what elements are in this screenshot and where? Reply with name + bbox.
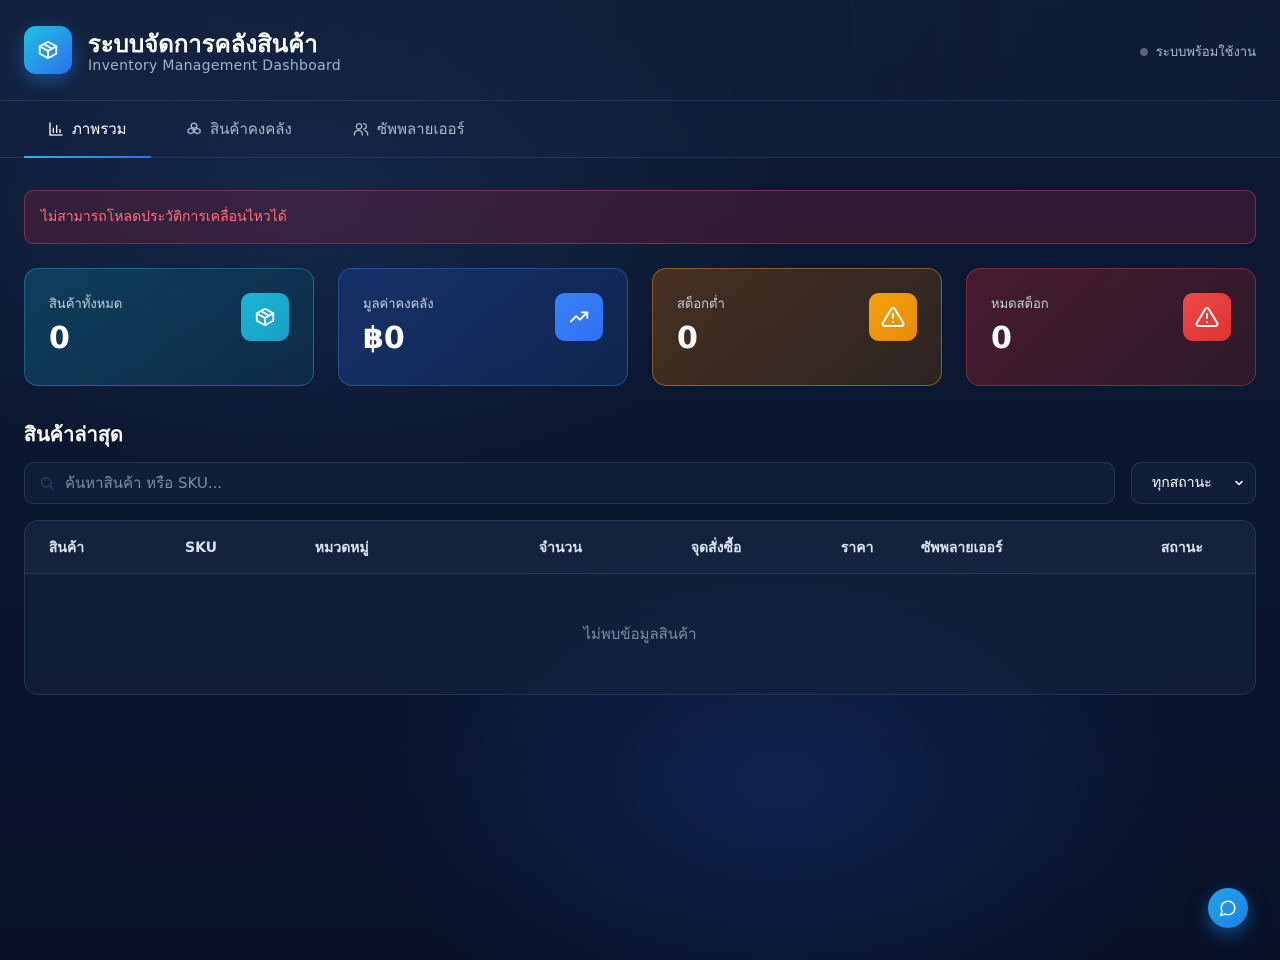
stat-card-total-products: สินค้าทั้งหมด 0 [24, 268, 314, 386]
stat-value: 0 [991, 321, 1012, 356]
products-table: สินค้า SKU หมวดหมู่ จำนวน จุดสั่งซื้อ รา… [24, 520, 1256, 695]
alert-message: ไม่สามารถโหลดประวัติการเคลื่อนไหวได้ [41, 209, 287, 225]
chevron-down-icon [1235, 480, 1243, 486]
tab-inventory[interactable]: สินค้าคงคลัง [162, 101, 316, 157]
column-header-product[interactable]: สินค้า [49, 521, 84, 574]
stat-card-inventory-value: มูลค่าคงคลัง ฿0 [338, 268, 628, 386]
column-header-quantity[interactable]: จำนวน [539, 521, 582, 574]
package-icon [38, 40, 58, 60]
tab-label: ภาพรวม [72, 120, 127, 138]
section-title: สินค้าล่าสุด [24, 422, 124, 446]
status-filter-value: ทุกสถานะ [1152, 475, 1212, 491]
error-alert: ไม่สามารถโหลดประวัติการเคลื่อนไหวได้ [24, 190, 1256, 244]
status-text: ระบบพร้อมใช้งาน [1155, 45, 1256, 60]
boxes-icon [187, 122, 201, 135]
stat-icon-box [241, 293, 289, 341]
app-header: ระบบจัดการคลังสินค้า Inventory Managemen… [0, 0, 1280, 101]
status-filter-select[interactable]: ทุกสถานะ [1131, 462, 1256, 504]
column-header-price[interactable]: ราคา [841, 521, 874, 574]
trending-up-icon [569, 311, 589, 323]
stat-value: 0 [49, 321, 70, 356]
column-header-reorder-point[interactable]: จุดสั่งซื้อ [691, 521, 742, 574]
system-status: ระบบพร้อมใช้งาน [1139, 41, 1256, 62]
users-icon [353, 123, 369, 136]
stat-card-out-of-stock: หมดสต็อก 0 [966, 268, 1256, 386]
search-input[interactable] [65, 474, 1095, 492]
column-header-supplier[interactable]: ซัพพลายเออร์ [921, 521, 1003, 574]
stat-icon-box [869, 293, 917, 341]
stat-icon-box [1183, 293, 1231, 341]
column-header-sku[interactable]: SKU [185, 521, 217, 574]
tab-label: สินค้าคงคลัง [210, 120, 292, 138]
warning-icon [881, 306, 905, 327]
tab-label: ซัพพลายเออร์ [377, 120, 465, 138]
bar-chart-icon [49, 122, 63, 136]
table-header: สินค้า SKU หมวดหมู่ จำนวน จุดสั่งซื้อ รา… [25, 521, 1255, 574]
empty-state-text: ไม่พบข้อมูลสินค้า [583, 625, 697, 643]
search-box[interactable] [24, 462, 1115, 504]
status-dot [1139, 47, 1148, 56]
stat-icon-box [555, 293, 603, 341]
column-header-category[interactable]: หมวดหมู่ [315, 521, 369, 574]
stat-card-low-stock: สต็อกต่ำ 0 [652, 268, 942, 386]
tab-suppliers[interactable]: ซัพพลายเออร์ [329, 101, 489, 157]
chat-icon [1219, 900, 1236, 917]
stat-value: ฿0 [363, 321, 405, 356]
tab-bar: ภาพรวม สินค้าคงคลัง ซัพพลายเออร์ [0, 101, 1280, 158]
search-icon [41, 477, 54, 490]
warning-icon [1195, 306, 1219, 327]
tab-overview[interactable]: ภาพรวม [24, 101, 151, 158]
chat-button[interactable] [1208, 888, 1248, 928]
app-subtitle: Inventory Management Dashboard [88, 58, 341, 74]
column-header-status[interactable]: สถานะ [1161, 521, 1203, 574]
app-logo [24, 26, 72, 74]
package-icon [255, 307, 275, 327]
stat-value: 0 [677, 321, 698, 356]
